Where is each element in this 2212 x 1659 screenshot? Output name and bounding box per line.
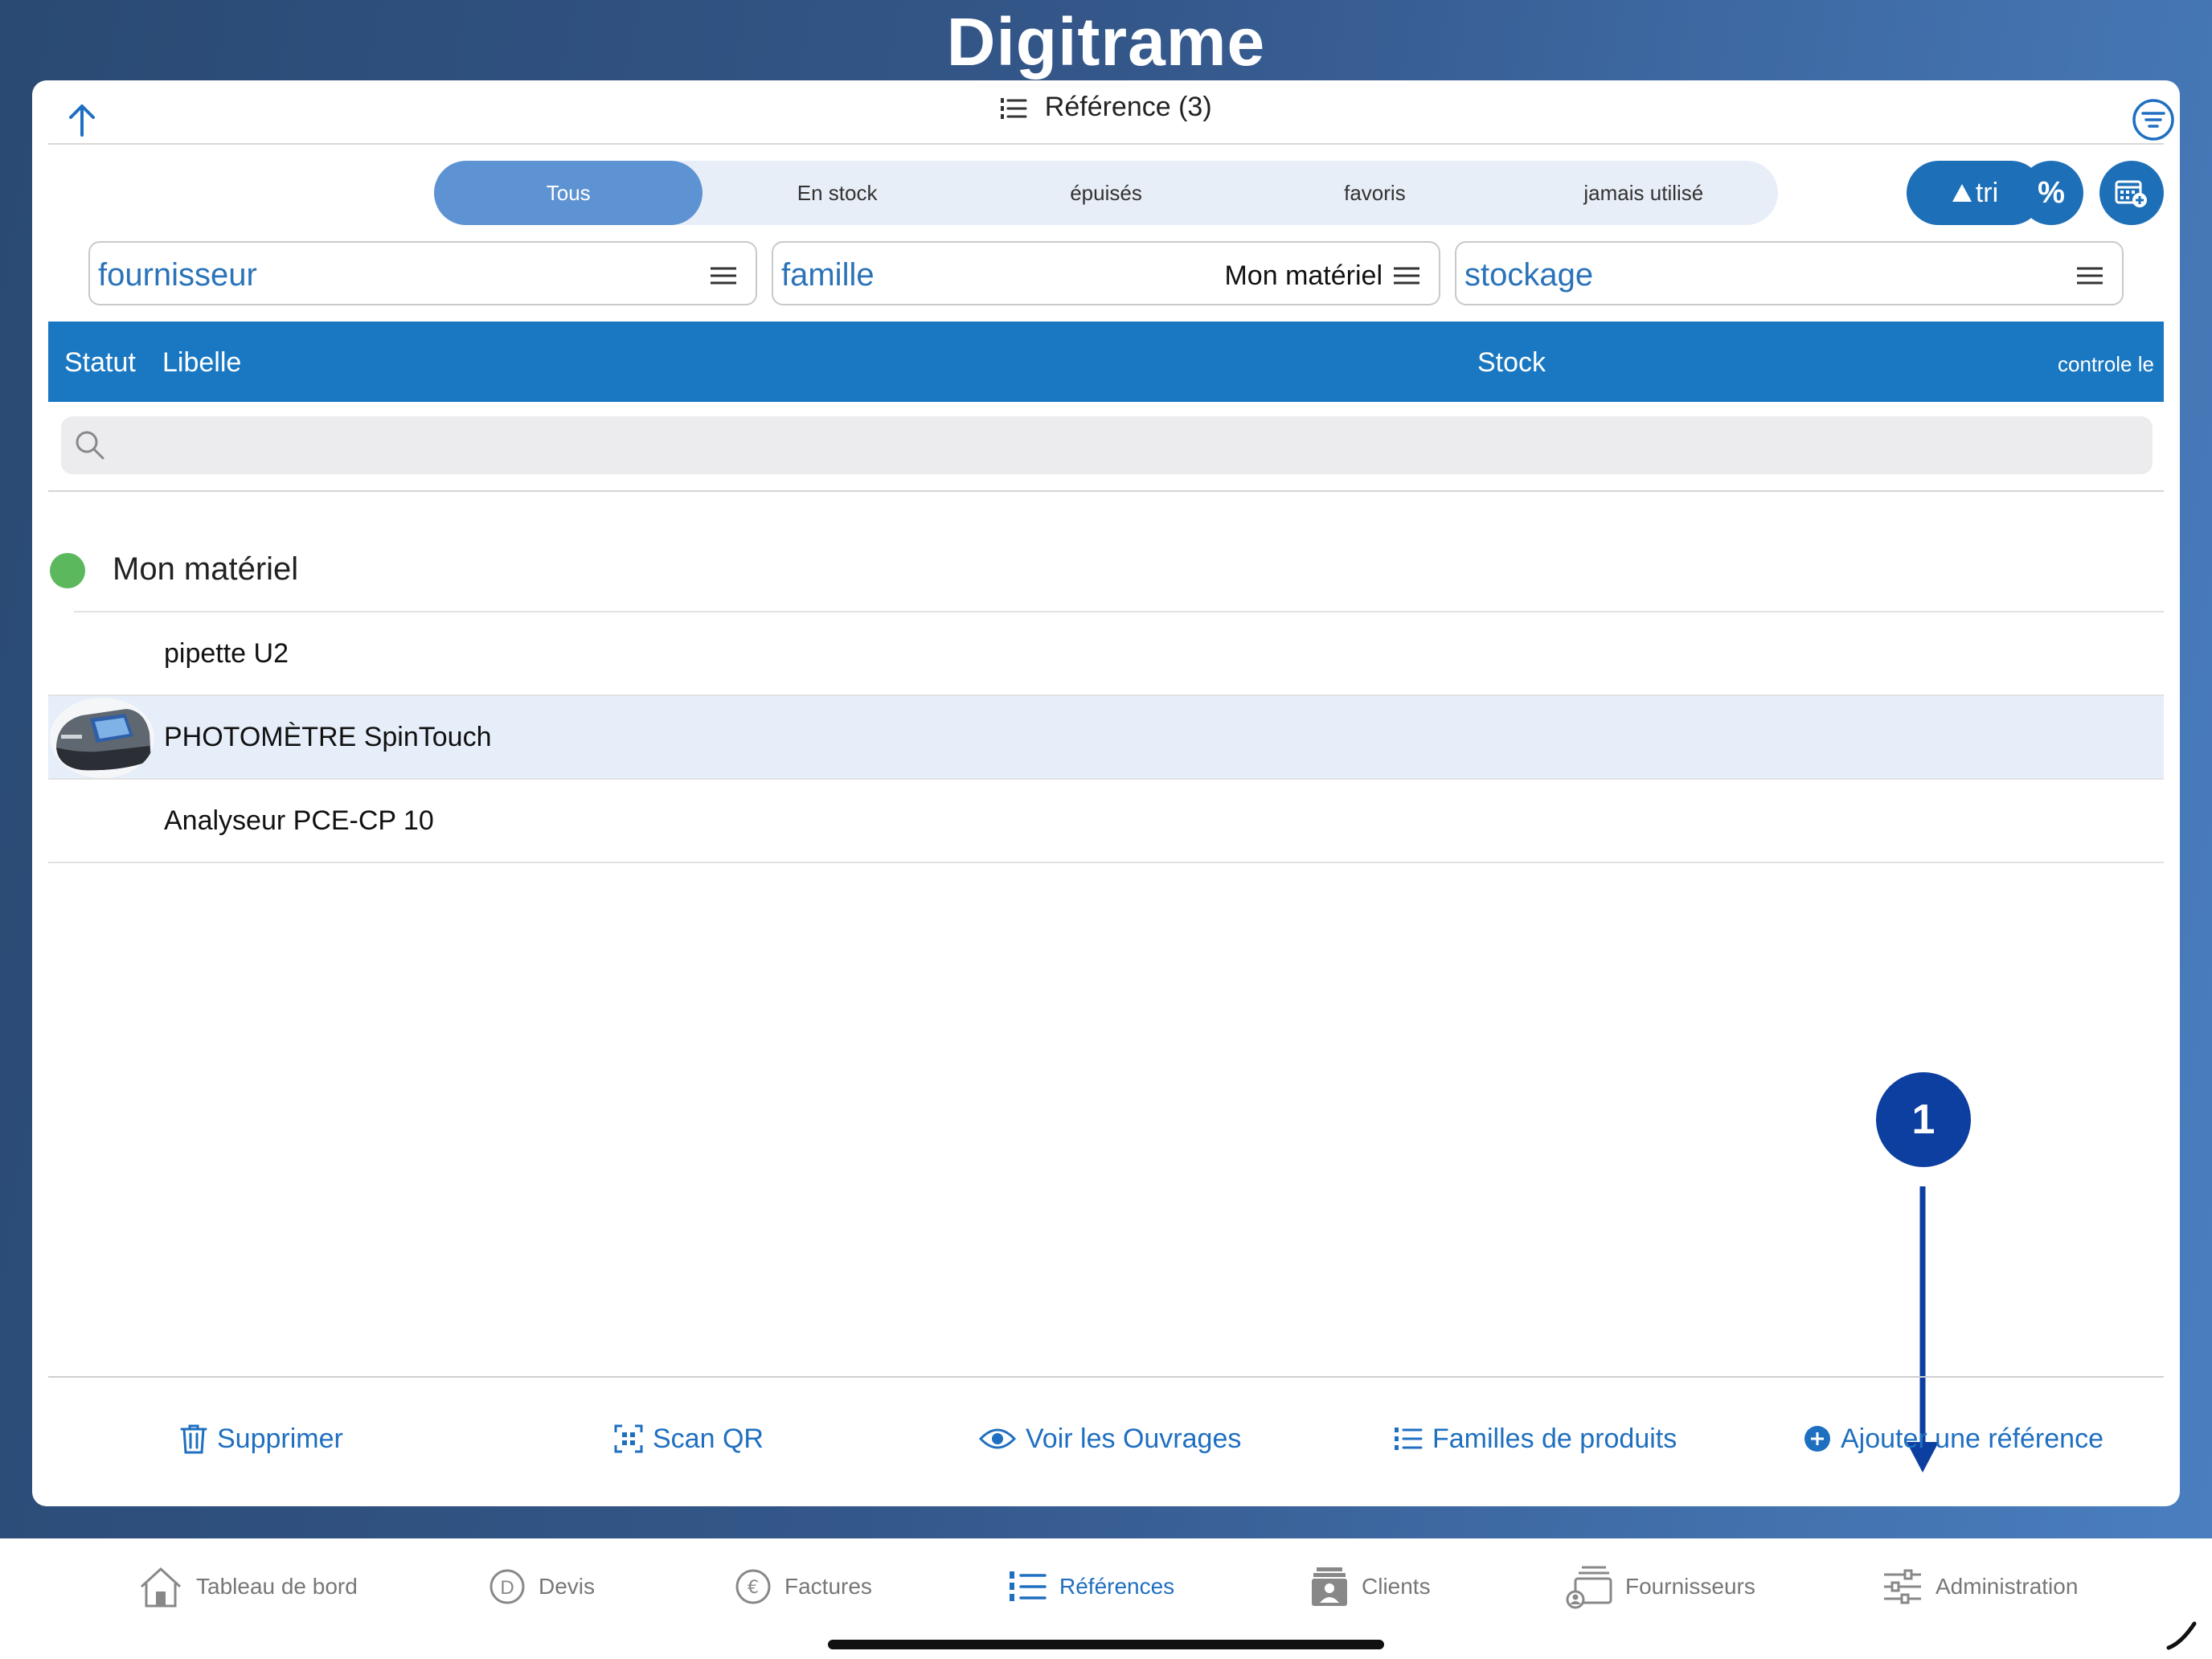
row-label: pipette U2 <box>164 638 289 669</box>
voir-ouvrages-label: Voir les Ouvrages <box>1026 1423 1242 1454</box>
calendar-add-button[interactable] <box>2099 161 2164 225</box>
stockage-dropdown[interactable]: stockage <box>1455 241 2124 305</box>
tab-factures[interactable]: € Factures <box>735 1561 872 1612</box>
table-row[interactable]: PHOTOMÈTRE SpinTouch <box>48 696 2164 780</box>
stock-filter-segmented-control: Tous En stock épuisés favoris jamais uti… <box>434 161 1778 225</box>
tab-devis[interactable]: D Devis <box>489 1561 595 1612</box>
ajouter-reference-label: Ajouter une référence <box>1841 1423 2103 1454</box>
stockage-label: stockage <box>1464 257 1594 293</box>
clients-icon <box>1312 1567 1347 1606</box>
tab-label: Références <box>1059 1574 1175 1599</box>
group-title: Mon matériel <box>113 551 299 587</box>
familles-produits-label: Familles de produits <box>1432 1423 1677 1454</box>
supprimer-label: Supprimer <box>217 1423 343 1454</box>
fournisseur-label: fournisseur <box>98 257 257 293</box>
table-row[interactable]: Analyseur PCE-CP 10 <box>48 780 2164 863</box>
familles-produits-button[interactable]: Familles de produits <box>1394 1415 1677 1463</box>
pencil-stroke-icon <box>2166 1621 2197 1650</box>
menu-lines-icon <box>711 267 736 285</box>
tab-label: Clients <box>1362 1574 1431 1599</box>
plus-circle-icon <box>1804 1426 1830 1452</box>
segment-favoris[interactable]: favoris <box>1240 161 1509 225</box>
divider <box>48 490 2164 492</box>
column-statut[interactable]: Statut <box>64 347 136 379</box>
segment-tous[interactable]: Tous <box>434 161 703 225</box>
devis-icon: D <box>490 1569 525 1604</box>
page-title-text: Référence (3) <box>1044 92 1212 122</box>
voir-ouvrages-button[interactable]: Voir les Ouvrages <box>979 1415 1241 1463</box>
home-icon <box>140 1567 182 1608</box>
numbered-list-icon <box>1395 1428 1423 1450</box>
svg-text:D: D <box>500 1577 514 1599</box>
ajouter-reference-button[interactable]: Ajouter une référence <box>1804 1415 2103 1463</box>
triangle-up-icon <box>1952 184 1972 202</box>
tab-label: Factures <box>784 1574 872 1599</box>
menu-lines-icon <box>2077 267 2103 285</box>
calendar-add-icon <box>2115 180 2147 207</box>
app-logo: Digitrame <box>946 4 1266 80</box>
column-libelle[interactable]: Libelle <box>162 347 241 379</box>
tab-label: Tableau de bord <box>196 1574 358 1599</box>
product-thumbnail <box>50 698 154 778</box>
segment-jamais-utilise[interactable]: jamais utilisé <box>1509 161 1778 225</box>
search-icon <box>76 431 104 460</box>
fournisseurs-icon <box>1566 1566 1612 1609</box>
svg-text:€: € <box>748 1578 759 1598</box>
supprimer-button[interactable]: Supprimer <box>180 1415 343 1463</box>
table-row[interactable]: pipette U2 <box>48 612 2164 696</box>
tab-label: Devis <box>539 1574 596 1599</box>
bottom-tab-bar: Tableau de bord D Devis € Factures Référ… <box>0 1538 2212 1659</box>
row-label: Analyseur PCE-CP 10 <box>164 805 434 836</box>
sort-button-label: tri <box>1975 177 1999 208</box>
numbered-list-icon <box>1010 1571 1047 1601</box>
home-indicator[interactable] <box>828 1640 1384 1649</box>
row-label: PHOTOMÈTRE SpinTouch <box>164 722 492 752</box>
page-title: Référence (3) <box>48 92 2164 123</box>
photometer-image <box>50 698 154 778</box>
tab-tableau-de-bord[interactable]: Tableau de bord <box>138 1561 358 1612</box>
tab-fournisseurs[interactable]: Fournisseurs <box>1566 1561 1755 1612</box>
tab-label: Administration <box>1936 1574 2079 1599</box>
tab-label: Fournisseurs <box>1625 1574 1755 1599</box>
trash-icon <box>180 1424 207 1454</box>
annotation-badge: 1 <box>1876 1072 1971 1167</box>
menu-lines-icon <box>1394 267 1419 285</box>
segment-epuises[interactable]: épuisés <box>972 161 1240 225</box>
status-dot <box>50 553 85 588</box>
qr-scan-icon <box>614 1424 643 1453</box>
scan-qr-label: Scan QR <box>653 1423 764 1454</box>
column-controle[interactable]: controle le <box>2058 352 2154 377</box>
sliders-icon <box>1884 1569 1921 1604</box>
search-input[interactable] <box>117 424 2127 466</box>
famille-dropdown[interactable]: famille Mon matériel <box>772 241 1440 305</box>
tab-references[interactable]: Références <box>1008 1561 1174 1612</box>
divider <box>48 1376 2164 1378</box>
famille-value: Mon matériel <box>1224 260 1382 291</box>
euro-icon: € <box>735 1569 771 1604</box>
filter-icon[interactable] <box>2132 98 2175 141</box>
famille-label: famille <box>781 257 875 293</box>
table-header: Statut Libelle Stock controle le <box>48 322 2164 402</box>
segment-en-stock[interactable]: En stock <box>703 161 971 225</box>
eye-icon <box>979 1428 1016 1449</box>
main-panel: Référence (3) Tous En stock épuisés favo… <box>32 80 2180 1506</box>
search-bar <box>61 416 2153 474</box>
top-bar: Référence (3) <box>48 80 2174 145</box>
percent-button[interactable]: % <box>2019 161 2083 225</box>
tab-clients[interactable]: Clients <box>1310 1561 1431 1612</box>
numbered-list-icon <box>1001 98 1027 119</box>
scan-qr-button[interactable]: Scan QR <box>614 1415 764 1463</box>
column-stock[interactable]: Stock <box>1477 347 1546 379</box>
fournisseur-dropdown[interactable]: fournisseur <box>88 241 757 305</box>
tab-administration[interactable]: Administration <box>1882 1561 2078 1612</box>
